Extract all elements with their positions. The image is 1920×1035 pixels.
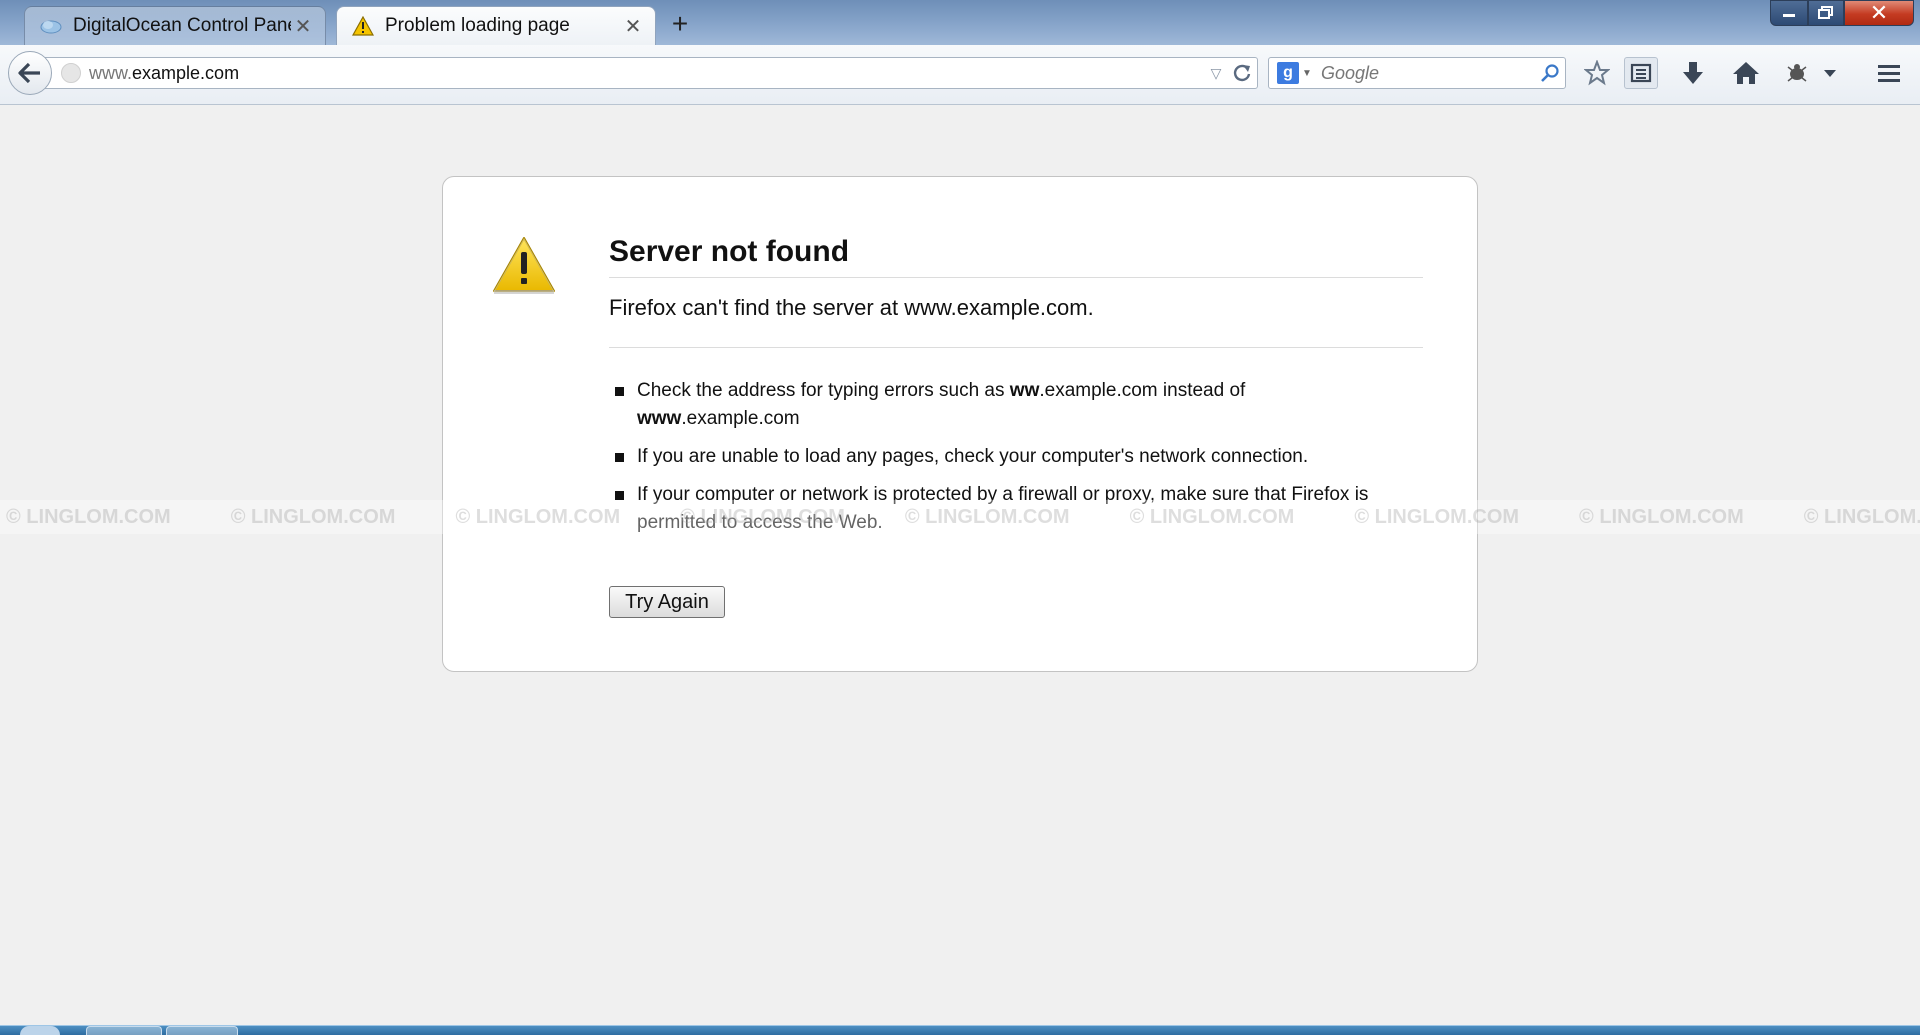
history-dropdown-icon[interactable]: ▽ — [1205, 65, 1227, 82]
taskbar-document-button[interactable] — [166, 1026, 238, 1035]
taskbar — [0, 1025, 1920, 1035]
watermark-text: © LINGLOM.COM — [680, 505, 845, 528]
navigation-toolbar: www.example.com ▽ g ▼ Google — [0, 45, 1920, 105]
warning-icon — [351, 14, 375, 38]
back-arrow-icon — [18, 62, 40, 84]
error-suggestion-item: Check the address for typing errors such… — [609, 377, 1369, 433]
url-prefix: www. — [89, 62, 133, 83]
watermark-text: © LINGLOM.COM — [1354, 505, 1520, 528]
suggestion-text: If you are unable to load any pages, che… — [637, 446, 1309, 467]
url-host: example.com — [132, 62, 240, 83]
suggestion-text: .example.com — [681, 408, 800, 429]
page-content: Server not found Firefox can't find the … — [0, 106, 1920, 1025]
watermark-text: © LINGLOM.COM — [904, 505, 1070, 528]
suggestion-text: .example.com instead of — [1039, 380, 1246, 401]
watermark-text: © LINGLOM.COM — [1129, 505, 1295, 528]
suggestion-text: Check the address for typing errors such… — [637, 380, 1010, 401]
hamburger-menu-icon[interactable] — [1872, 57, 1906, 89]
emphasized-text: ww — [1009, 380, 1040, 401]
close-window-button[interactable]: ✕ — [1844, 0, 1914, 26]
home-icon[interactable] — [1729, 57, 1763, 89]
title-bar: DigitalOcean Control Panel ✕ Problem loa… — [0, 0, 1920, 45]
maximize-button[interactable] — [1808, 0, 1844, 26]
search-bar[interactable]: g ▼ Google — [1268, 57, 1566, 89]
tab-label: Problem loading page — [385, 15, 570, 36]
error-description: Firefox can't find the server at www.exa… — [609, 295, 1423, 348]
url-bar[interactable]: www.example.com ▽ — [44, 57, 1258, 89]
tab-digitalocean[interactable]: DigitalOcean Control Panel ✕ — [24, 6, 326, 45]
watermark-text: © LINGLOM.COM — [230, 505, 396, 528]
close-tab-icon[interactable]: ✕ — [621, 14, 645, 38]
new-tab-button[interactable]: + — [666, 9, 694, 39]
downloads-icon[interactable] — [1676, 57, 1710, 89]
watermark-text: © LINGLOM.COM — [1579, 505, 1744, 528]
google-engine-icon[interactable]: g — [1277, 62, 1299, 84]
firebug-dropdown-icon[interactable] — [1818, 57, 1842, 89]
digitalocean-icon — [39, 14, 63, 38]
close-tab-icon[interactable]: ✕ — [291, 14, 315, 38]
start-button[interactable] — [20, 1026, 60, 1035]
try-again-button[interactable]: Try Again — [609, 586, 725, 618]
watermark-text: © LINGLOM.COM — [455, 505, 621, 528]
taskbar-explorer-button[interactable] — [86, 1026, 162, 1035]
search-icon[interactable] — [1535, 58, 1565, 88]
warning-icon — [493, 237, 555, 294]
tab-label: DigitalOcean Control Panel — [73, 15, 291, 36]
url-text[interactable]: www.example.com — [89, 63, 1205, 84]
globe-icon — [61, 63, 81, 83]
error-title: Server not found — [609, 235, 1423, 278]
error-container: Server not found Firefox can't find the … — [442, 176, 1478, 672]
error-suggestion-item: If you are unable to load any pages, che… — [609, 443, 1369, 471]
engine-dropdown-icon[interactable]: ▼ — [1299, 68, 1315, 79]
window-controls: ✕ — [1770, 0, 1914, 28]
firebug-icon[interactable] — [1780, 57, 1814, 89]
minimize-button[interactable] — [1770, 0, 1808, 26]
bookmark-star-icon[interactable] — [1580, 57, 1614, 89]
tab-problem-loading[interactable]: Problem loading page ✕ — [336, 6, 656, 45]
watermark-text: © LINGLOM.COM — [1803, 505, 1920, 528]
reload-icon[interactable] — [1227, 58, 1257, 88]
watermark: © LINGLOM.COM © LINGLOM.COM © LINGLOM.COM ©… — [0, 500, 1920, 534]
back-button[interactable] — [8, 51, 52, 95]
watermark-text: © LINGLOM.COM — [6, 505, 171, 528]
emphasized-text: www — [637, 408, 682, 429]
bookmarks-menu-icon[interactable] — [1624, 57, 1658, 89]
search-input[interactable]: Google — [1315, 63, 1535, 84]
